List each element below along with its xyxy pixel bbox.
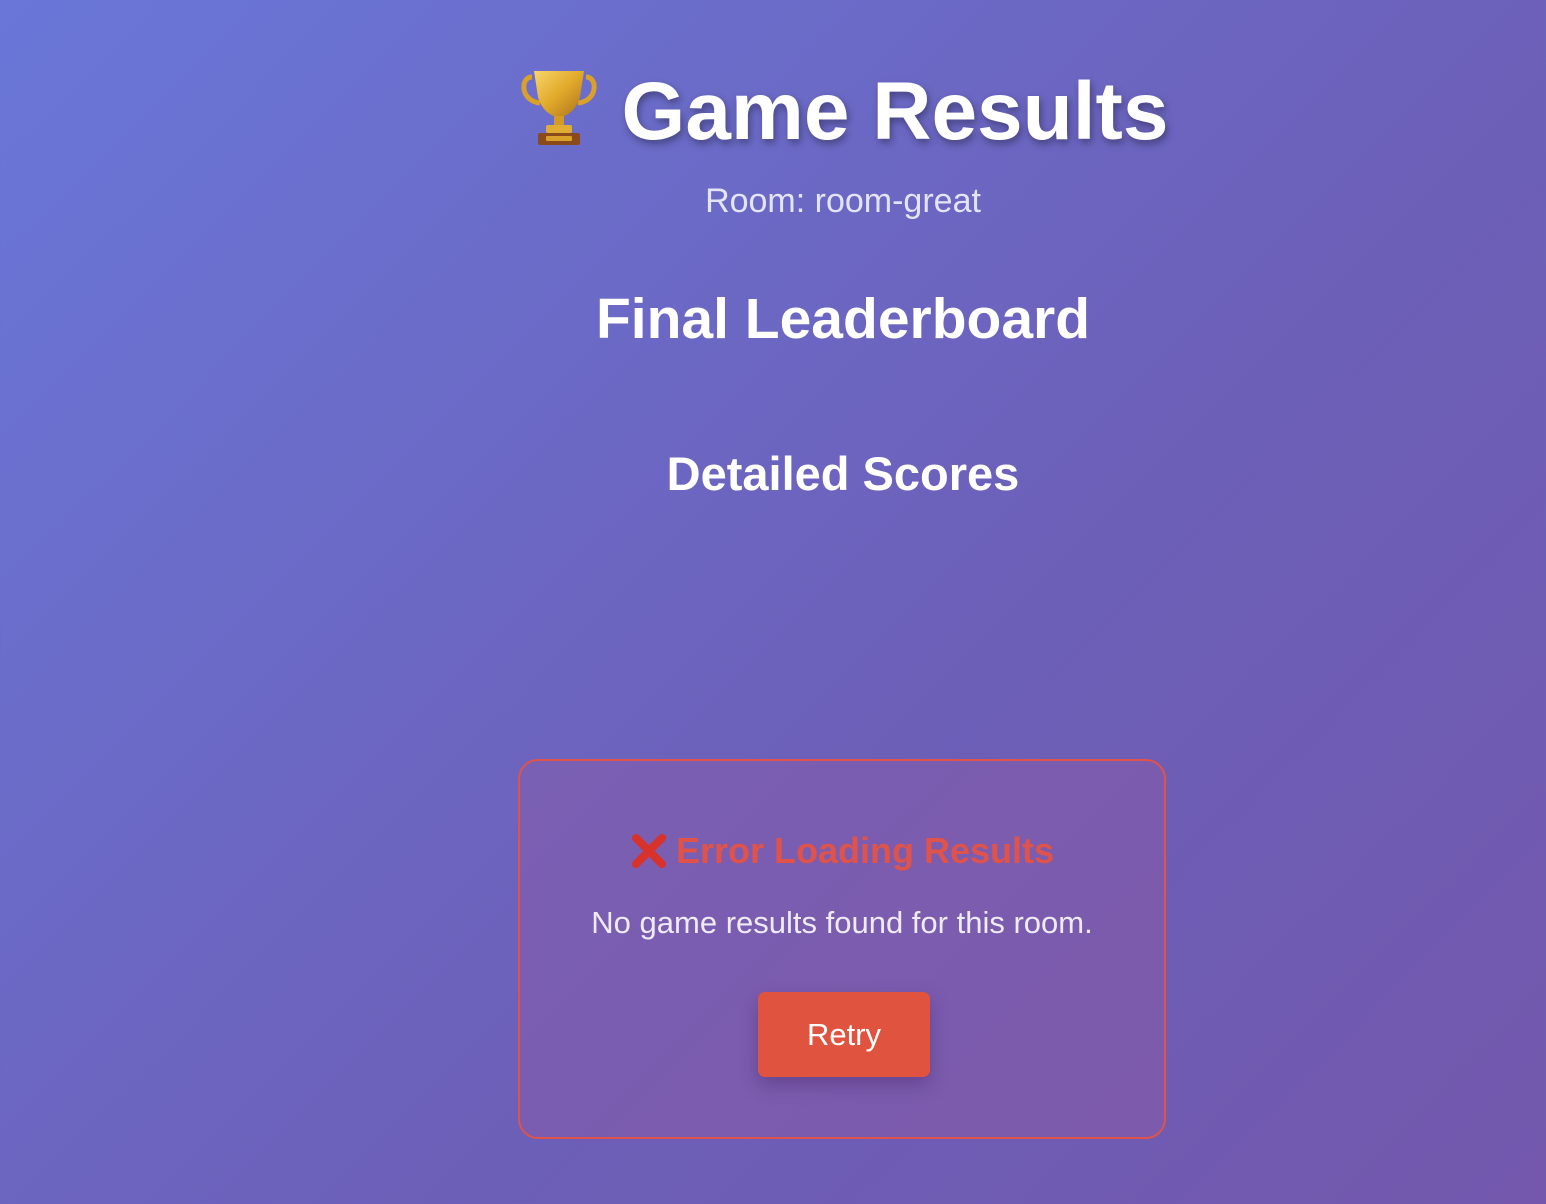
page-title-group: Game Results xyxy=(518,62,1169,162)
room-label: Room: room-great xyxy=(705,182,981,220)
retry-button[interactable]: Retry xyxy=(758,992,930,1077)
error-message: No game results found for this room. xyxy=(591,905,1093,940)
detailed-scores-heading: Detailed Scores xyxy=(666,447,1020,500)
page-title: Game Results xyxy=(0,62,1546,176)
error-title: Error Loading Results xyxy=(520,827,1164,882)
page-title-text: Game Results xyxy=(621,66,1169,157)
error-title-group: Error Loading Results xyxy=(630,827,1054,875)
leaderboard-heading: Final Leaderboard xyxy=(595,287,1091,351)
x-icon xyxy=(631,834,666,868)
error-title-text: Error Loading Results xyxy=(675,830,1055,871)
trophy-icon xyxy=(521,71,597,145)
error-panel: Error Loading Results No game results fo… xyxy=(518,759,1166,1139)
